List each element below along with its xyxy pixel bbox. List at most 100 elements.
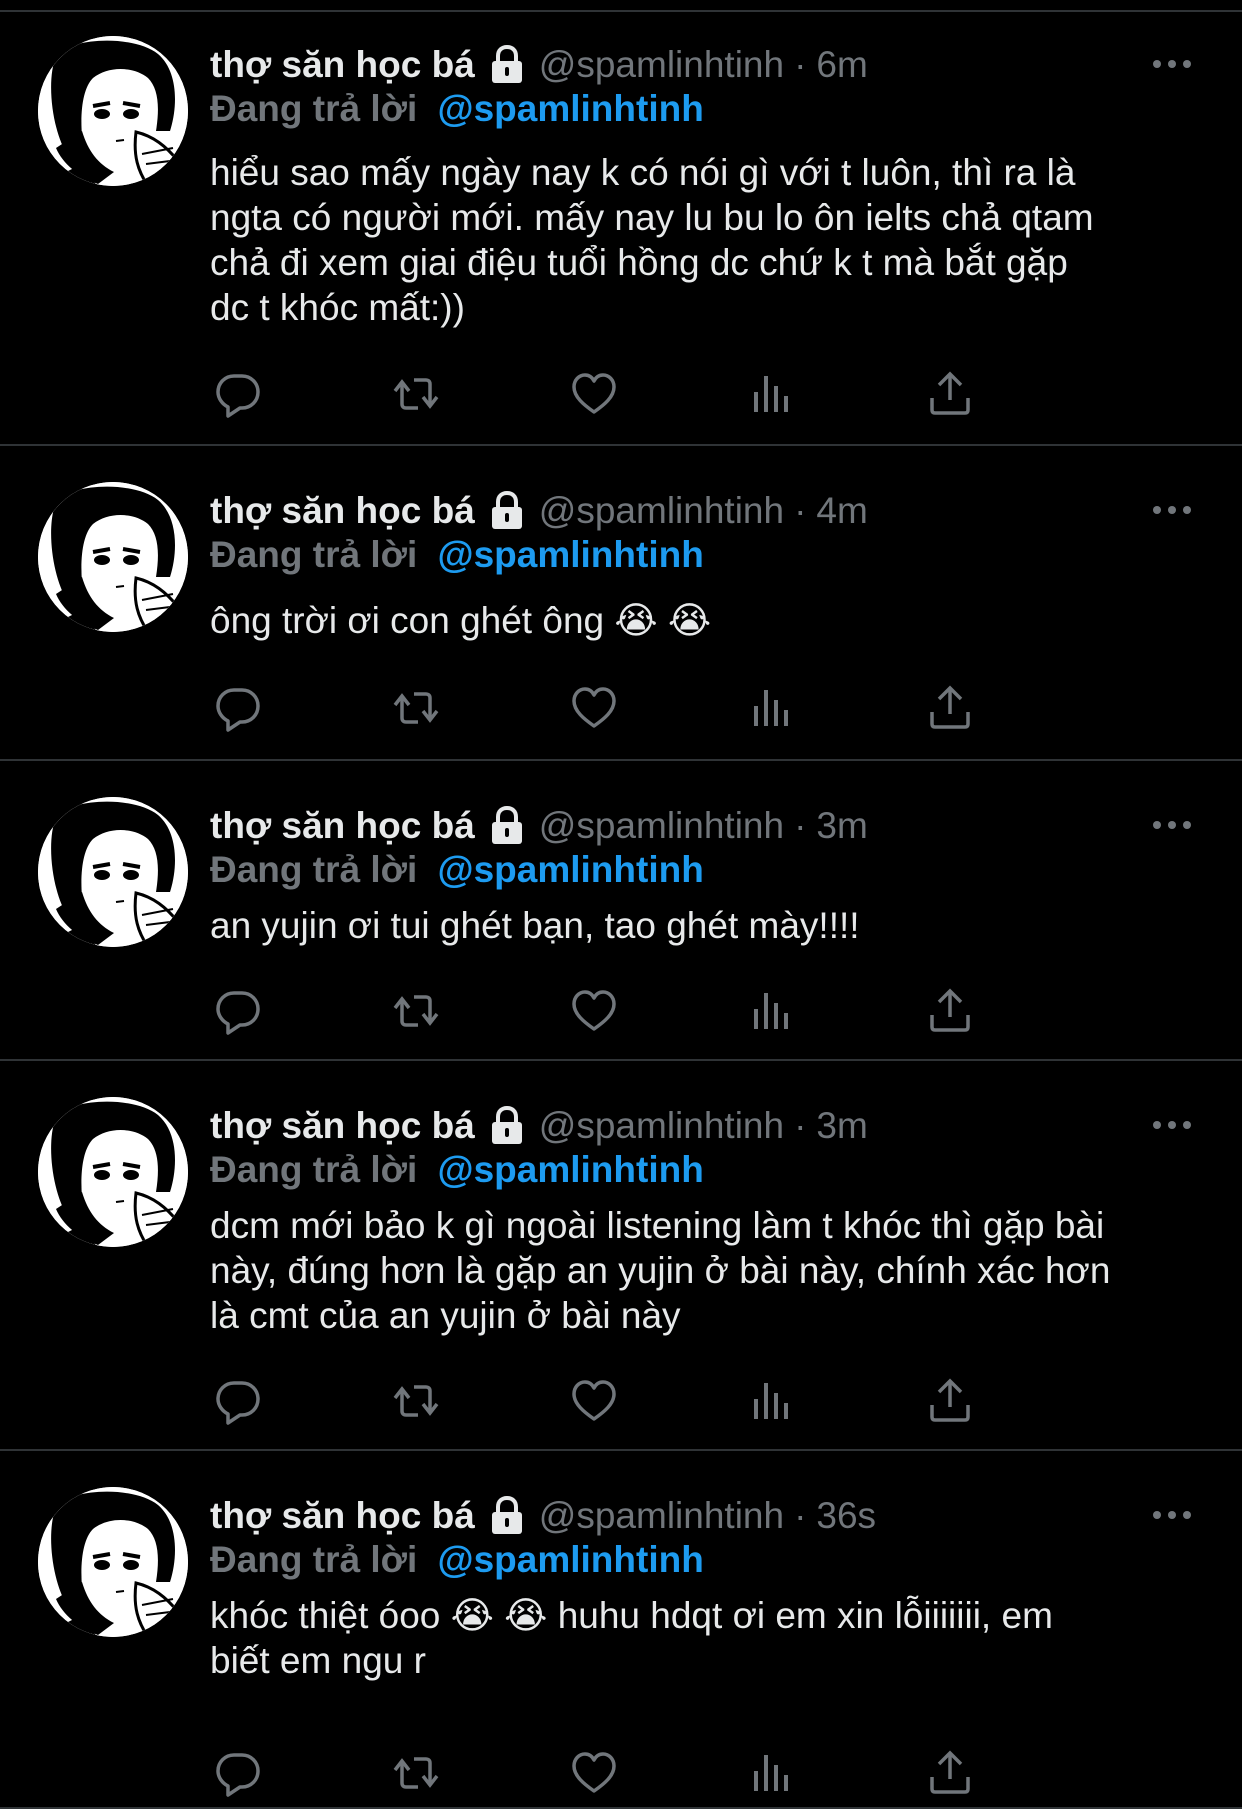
tweet-header: thợ săn học bá @spamlinhtinh · 36s <box>210 1491 876 1541</box>
like-button[interactable] <box>566 366 622 422</box>
retweet-button[interactable] <box>388 680 444 736</box>
display-name[interactable]: thợ săn học bá <box>210 1105 475 1147</box>
tweet-text-line: là cmt của an yujin ở bài này <box>210 1295 681 1336</box>
tweet-text-line: khóc thiệt óoo 😭 😭 huhu hdqt ơi em xin l… <box>210 1595 1053 1636</box>
share-button[interactable] <box>922 366 978 422</box>
views-button[interactable] <box>744 366 800 422</box>
timestamp[interactable]: 3m <box>816 1105 867 1147</box>
timestamp[interactable]: 4m <box>816 490 867 532</box>
handle[interactable]: @spamlinhtinh <box>539 1495 784 1537</box>
handle[interactable]: @spamlinhtinh <box>539 805 784 847</box>
tweet-1[interactable]: thợ săn học bá @spamlinhtinh · 6m Đang t… <box>0 0 1242 446</box>
retweet-button[interactable] <box>388 1745 444 1801</box>
reply-button[interactable] <box>210 366 266 422</box>
like-button[interactable] <box>566 1745 622 1801</box>
handle[interactable]: @spamlinhtinh <box>539 1105 784 1147</box>
share-icon <box>930 685 970 729</box>
tweet-2[interactable]: thợ săn học bá @spamlinhtinh · 4m Đang t… <box>0 446 1242 761</box>
display-name[interactable]: thợ săn học bá <box>210 1495 475 1537</box>
avatar[interactable] <box>38 1097 188 1247</box>
views-button[interactable] <box>744 1373 800 1429</box>
action-bar <box>210 366 1110 422</box>
replying-prefix: Đang trả lời <box>210 534 418 575</box>
like-icon <box>572 373 616 414</box>
views-button[interactable] <box>744 983 800 1039</box>
views-button[interactable] <box>744 680 800 736</box>
retweet-button[interactable] <box>388 983 444 1039</box>
reply-button[interactable] <box>210 1373 266 1429</box>
avatar[interactable] <box>38 482 188 632</box>
lock-icon <box>489 44 525 85</box>
replying-to: Đang trả lời @spamlinhtinh <box>210 88 704 130</box>
lock-icon <box>489 490 525 531</box>
tweet-5[interactable]: thợ săn học bá @spamlinhtinh · 36s Đang … <box>0 1451 1242 1809</box>
more-icon[interactable] <box>1142 40 1202 88</box>
share-icon <box>930 1378 970 1422</box>
share-icon <box>930 371 970 415</box>
replying-prefix: Đang trả lời <box>210 1149 418 1190</box>
lock-icon <box>489 1495 525 1536</box>
like-button[interactable] <box>566 983 622 1039</box>
timestamp[interactable]: 3m <box>816 805 867 847</box>
display-name[interactable]: thợ săn học bá <box>210 44 475 86</box>
like-icon <box>572 1380 616 1421</box>
more-icon[interactable] <box>1142 801 1202 849</box>
handle[interactable]: @spamlinhtinh <box>539 490 784 532</box>
more-icon[interactable] <box>1142 1491 1202 1539</box>
mention-link[interactable]: @spamlinhtinh <box>438 1149 704 1190</box>
share-button[interactable] <box>922 983 978 1039</box>
share-icon <box>930 988 970 1032</box>
like-icon <box>572 1752 616 1793</box>
retweet-icon <box>393 995 439 1027</box>
display-name[interactable]: thợ săn học bá <box>210 805 475 847</box>
reply-button[interactable] <box>210 680 266 736</box>
separator-dot: · <box>794 44 807 85</box>
retweet-button[interactable] <box>388 1373 444 1429</box>
avatar-illustration <box>38 1097 188 1247</box>
lock-icon <box>489 805 525 846</box>
mention-link[interactable]: @spamlinhtinh <box>438 534 704 575</box>
avatar[interactable] <box>38 36 188 186</box>
replying-prefix: Đang trả lời <box>210 88 418 129</box>
handle[interactable]: @spamlinhtinh <box>539 44 784 86</box>
share-button[interactable] <box>922 1373 978 1429</box>
tweet-text-line: ông trời ơi con ghét ông 😭 😭 <box>210 600 712 641</box>
tweet-header: thợ săn học bá @spamlinhtinh · 4m <box>210 486 868 536</box>
reply-icon <box>216 374 260 418</box>
tweet-text: an yujin ơi tui ghét bạn, tao ghét mày!!… <box>210 903 1210 948</box>
timestamp[interactable]: 6m <box>816 44 867 86</box>
action-bar <box>210 983 1110 1039</box>
avatar-illustration <box>38 1487 188 1637</box>
views-icon <box>754 1755 788 1791</box>
more-icon[interactable] <box>1142 486 1202 534</box>
reply-icon <box>216 991 260 1035</box>
avatar[interactable] <box>38 797 188 947</box>
reply-button[interactable] <box>210 983 266 1039</box>
like-button[interactable] <box>566 680 622 736</box>
tweet-text: ông trời ơi con ghét ông 😭 😭 <box>210 598 1210 643</box>
more-icon[interactable] <box>1142 1101 1202 1149</box>
like-icon <box>572 990 616 1031</box>
mention-link[interactable]: @spamlinhtinh <box>438 88 704 129</box>
share-icon <box>930 1750 970 1794</box>
mention-link[interactable]: @spamlinhtinh <box>438 1539 704 1580</box>
retweet-button[interactable] <box>388 366 444 422</box>
views-button[interactable] <box>744 1745 800 1801</box>
reply-button[interactable] <box>210 1745 266 1801</box>
tweet-text-line: dcm mới bảo k gì ngoài listening làm t k… <box>210 1205 1105 1246</box>
mention-link[interactable]: @spamlinhtinh <box>438 849 704 890</box>
lock-icon <box>489 1105 525 1146</box>
tweet-text: khóc thiệt óoo 😭 😭 huhu hdqt ơi em xin l… <box>210 1593 1210 1683</box>
like-button[interactable] <box>566 1373 622 1429</box>
reply-icon <box>216 1381 260 1425</box>
display-name[interactable]: thợ săn học bá <box>210 490 475 532</box>
share-button[interactable] <box>922 1745 978 1801</box>
tweet-4[interactable]: thợ săn học bá @spamlinhtinh · 3m Đang t… <box>0 1061 1242 1451</box>
tweet-3[interactable]: thợ săn học bá @spamlinhtinh · 3m Đang t… <box>0 761 1242 1061</box>
tweet-text-line: hiểu sao mấy ngày nay k có nói gì với t … <box>210 152 1076 193</box>
tweet-text-line: dc t khóc mất:)) <box>210 287 465 328</box>
avatar[interactable] <box>38 1487 188 1637</box>
views-icon <box>754 376 788 412</box>
timestamp[interactable]: 36s <box>816 1495 876 1537</box>
share-button[interactable] <box>922 680 978 736</box>
